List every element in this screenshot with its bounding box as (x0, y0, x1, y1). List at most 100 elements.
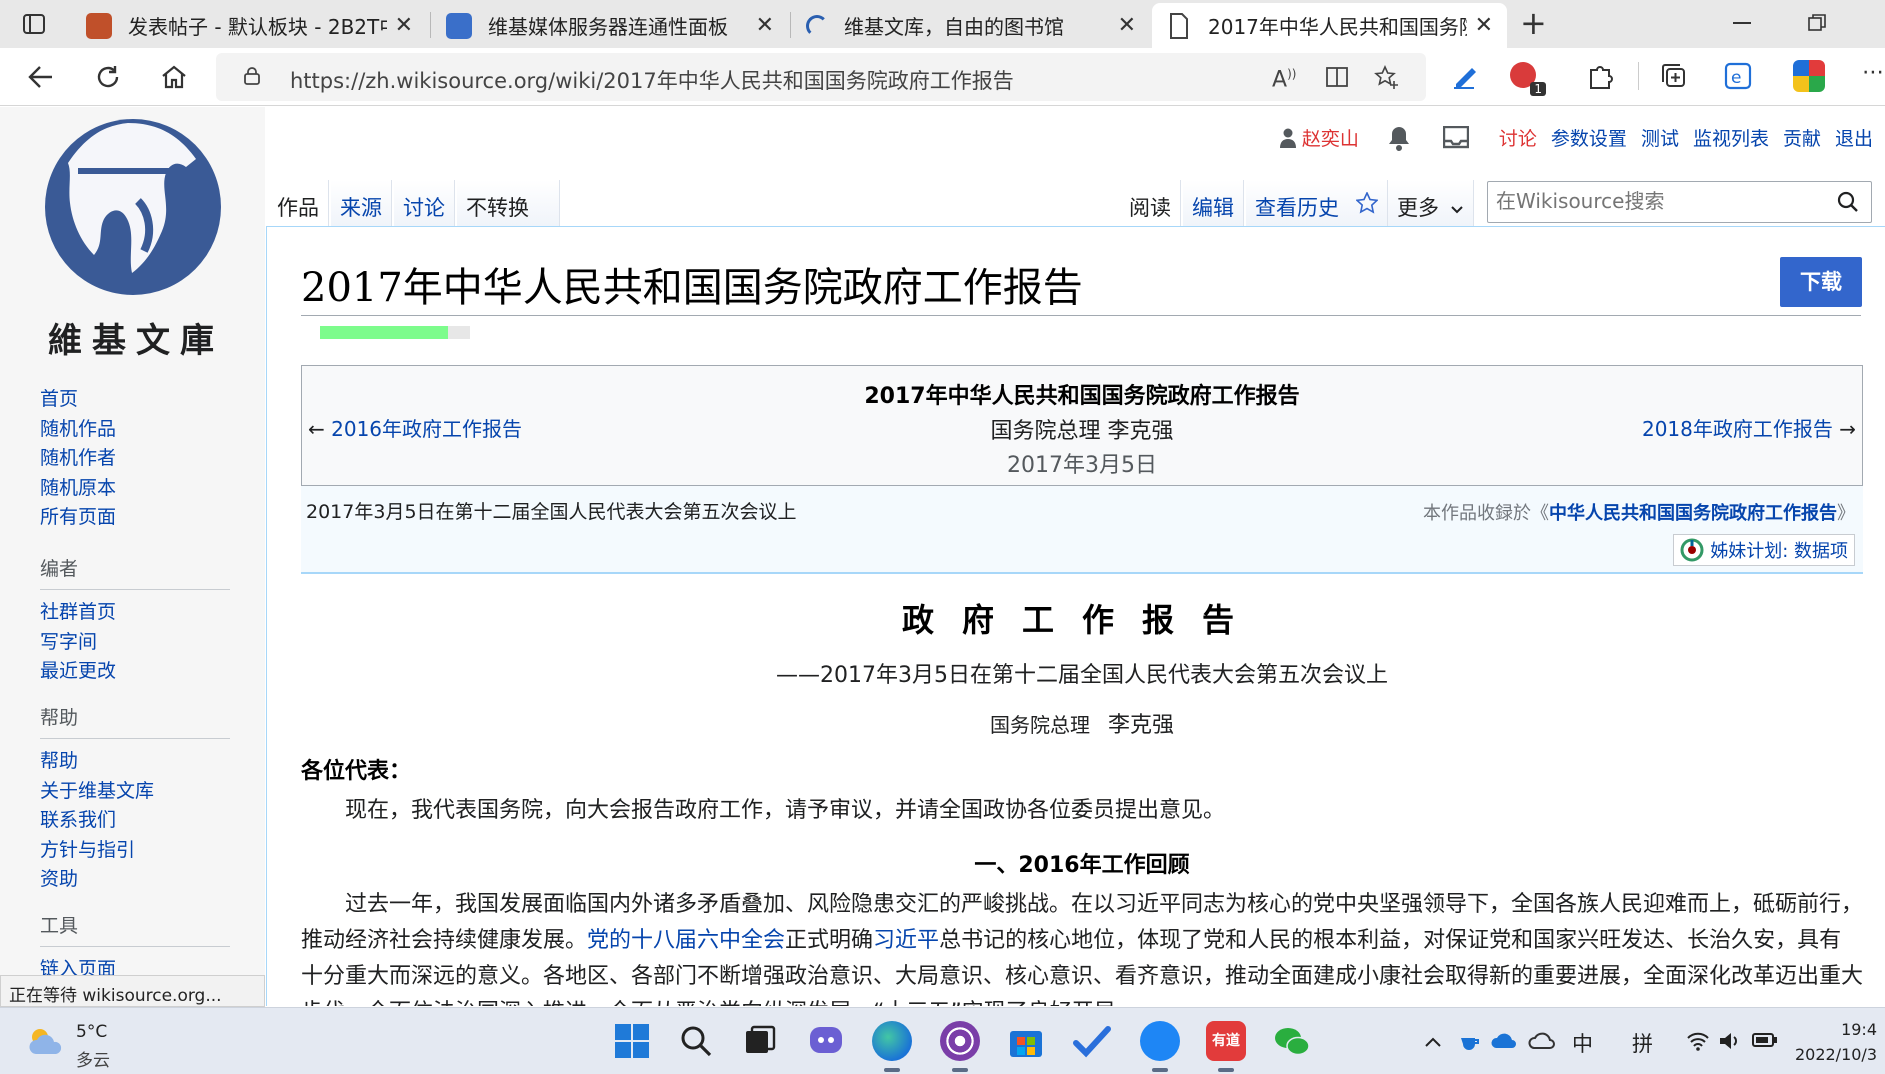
tab-title: 维基媒体服务器连通性面板 (488, 15, 728, 39)
feishu-icon[interactable] (1140, 1021, 1180, 1072)
new-tab-button[interactable]: + (1520, 4, 1547, 42)
tab-read[interactable]: 阅读 (1120, 180, 1181, 226)
tray-cup-icon[interactable] (1458, 1030, 1482, 1054)
url-text[interactable]: https://zh.wikisource.org/wiki/2017年中华人民… (290, 65, 1014, 95)
task-view-icon[interactable] (740, 1021, 780, 1061)
next-work-link[interactable]: 2018年政府工作报告 → (1642, 413, 1856, 442)
chevron-down-icon (1450, 206, 1463, 214)
tab-discussion[interactable]: 讨论 (394, 180, 455, 226)
tray-expand-icon[interactable] (1424, 1036, 1442, 1048)
ime-chinese[interactable]: 中 (1572, 1028, 1593, 1058)
previous-work-label[interactable]: 2016年政府工作报告 (331, 417, 522, 441)
tab-actions-icon[interactable] (22, 12, 46, 36)
windows-start-icon[interactable] (612, 1021, 652, 1061)
back-icon[interactable] (28, 64, 54, 90)
edge-taskbar-icon[interactable] (872, 1021, 912, 1072)
tab-2[interactable]: 维基文库，自由的图书馆 ✕ (792, 3, 1150, 48)
sidebar-item-about[interactable]: 关于维基文库 (40, 777, 230, 807)
tab-variant[interactable]: 不转换 (457, 180, 560, 240)
talk-link[interactable]: 讨论 (1499, 124, 1537, 151)
edge-bar-icon[interactable]: e (1722, 60, 1754, 92)
puzzle-extension-icon[interactable] (1585, 60, 1617, 92)
sidebar-item-random-author[interactable]: 随机作者 (40, 444, 230, 474)
teams-chat-icon[interactable] (806, 1021, 846, 1061)
wechat-icon[interactable] (1272, 1021, 1312, 1061)
tor-browser-icon[interactable] (940, 1021, 980, 1072)
sidebar-item-scriptorium[interactable]: 写字间 (40, 628, 230, 658)
tab-watch[interactable] (1346, 180, 1388, 226)
notification-bell-icon[interactable] (1387, 125, 1411, 151)
tab-1[interactable]: 维基媒体服务器连通性面板 ✕ (432, 3, 788, 48)
todo-icon[interactable] (1072, 1021, 1112, 1061)
sidebar-item-community[interactable]: 社群首页 (40, 598, 230, 628)
cloud-icon[interactable] (1528, 1032, 1556, 1050)
sixth-plenary-link[interactable]: 党的十八届六中全会 (587, 928, 785, 953)
tab-more[interactable]: 更多 (1388, 180, 1474, 226)
colorful-extension-icon[interactable] (1793, 60, 1825, 92)
sidebar-item-recent-changes[interactable]: 最近更改 (40, 657, 230, 687)
sidebar-item-random-work[interactable]: 随机作品 (40, 415, 230, 445)
weather-cloudy-icon[interactable] (26, 1024, 66, 1058)
weather-temperature[interactable]: 5°C (76, 1022, 107, 1042)
sidebar-item-policies[interactable]: 方针与指引 (40, 836, 230, 866)
preferences-link[interactable]: 参数设置 (1551, 124, 1627, 151)
search-input[interactable] (1496, 182, 1816, 220)
restore-icon[interactable] (1808, 14, 1826, 32)
reader-mode-icon[interactable] (1326, 66, 1352, 88)
more-menu-icon[interactable]: ⋯ (1862, 62, 1884, 84)
sandbox-link[interactable]: 测试 (1641, 124, 1679, 151)
close-icon[interactable]: ✕ (1118, 13, 1136, 38)
username-link[interactable]: 赵奕山 (1302, 124, 1359, 151)
ime-pinyin[interactable]: 拼 (1632, 1028, 1653, 1058)
sister-project-box[interactable]: 姊妹计划: 数据项 (1673, 534, 1855, 566)
onedrive-icon[interactable] (1490, 1032, 1518, 1050)
lock-icon[interactable] (244, 67, 260, 85)
sidebar-item-donate[interactable]: 资助 (40, 865, 230, 895)
tab-source[interactable]: 来源 (331, 180, 392, 226)
sidebar-item-contact[interactable]: 联系我们 (40, 806, 230, 836)
favorite-star-icon[interactable] (1374, 65, 1400, 91)
collections-icon[interactable] (1658, 60, 1690, 92)
search-icon[interactable] (676, 1021, 716, 1061)
weather-description[interactable]: 多云 (76, 1046, 110, 1071)
home-icon[interactable] (160, 63, 188, 91)
address-bar[interactable]: https://zh.wikisource.org/wiki/2017年中华人民… (216, 53, 1426, 101)
sidebar-item-random-original[interactable]: 随机原本 (40, 474, 230, 504)
tab-history[interactable]: 查看历史 (1246, 180, 1349, 226)
download-button[interactable]: 下载 (1780, 257, 1862, 307)
volume-icon[interactable] (1718, 1030, 1742, 1052)
next-work-label[interactable]: 2018年政府工作报告 (1642, 417, 1833, 441)
microsoft-store-icon[interactable] (1006, 1021, 1046, 1061)
watchlist-link[interactable]: 监视列表 (1693, 124, 1769, 151)
collection-link[interactable]: 中华人民共和国国务院政府工作报告 (1549, 503, 1837, 524)
logout-link[interactable]: 退出 (1835, 124, 1873, 151)
tab-0[interactable]: 发表帖子 - 默认板块 - 2B2T中国服务器社区 ✕ (72, 3, 427, 48)
contributions-link[interactable]: 贡献 (1783, 124, 1821, 151)
clock-date[interactable]: 2022/10/3 (1795, 1045, 1877, 1064)
sister-project-link[interactable]: 姊妹计划: 数据项 (1710, 537, 1848, 563)
sidebar-item-all-pages[interactable]: 所有页面 (40, 503, 230, 533)
refresh-icon[interactable] (94, 63, 122, 91)
previous-work-link[interactable]: ← 2016年政府工作报告 (308, 413, 522, 442)
sidebar-item-home[interactable]: 首页 (40, 385, 230, 415)
search-icon[interactable] (1837, 191, 1859, 213)
tab-edit[interactable]: 编辑 (1183, 180, 1244, 226)
notices-tray-icon[interactable] (1442, 125, 1469, 150)
red-extension-icon[interactable]: 1 (1510, 62, 1546, 96)
tab-work[interactable]: 作品 (268, 180, 329, 226)
tab-3-active[interactable]: 2017年中华人民共和国国务院政府工作报告 ✕ (1152, 3, 1507, 48)
clock-time[interactable]: 19:4 (1841, 1020, 1877, 1039)
close-icon[interactable]: ✕ (756, 13, 774, 38)
wifi-icon[interactable] (1686, 1030, 1710, 1052)
close-icon[interactable]: ✕ (395, 13, 413, 38)
battery-icon[interactable] (1752, 1032, 1778, 1048)
pen-extension-icon[interactable] (1450, 60, 1482, 92)
minimize-icon[interactable] (1733, 22, 1751, 24)
youdao-icon[interactable]: 有道 (1206, 1021, 1246, 1072)
read-aloud-icon[interactable]: A)) (1272, 67, 1296, 92)
wikisource-logo[interactable]: 維基文庫 (38, 111, 228, 361)
close-icon[interactable]: ✕ (1475, 13, 1493, 38)
xi-jinping-link[interactable]: 习近平 (873, 928, 939, 953)
sidebar-item-help[interactable]: 帮助 (40, 747, 230, 777)
left-arrow-icon: ← (308, 417, 325, 441)
